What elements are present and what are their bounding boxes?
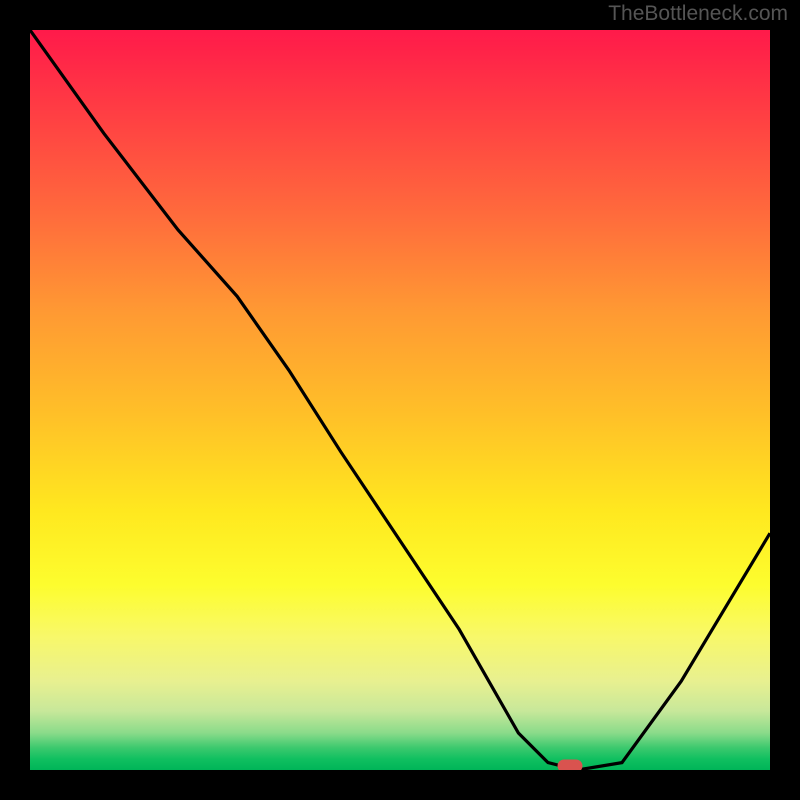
watermark-text: TheBottleneck.com [608, 2, 788, 26]
plot-area [30, 30, 770, 770]
curve-svg [30, 30, 770, 770]
optimal-marker [558, 760, 583, 770]
curve-line [30, 30, 770, 770]
